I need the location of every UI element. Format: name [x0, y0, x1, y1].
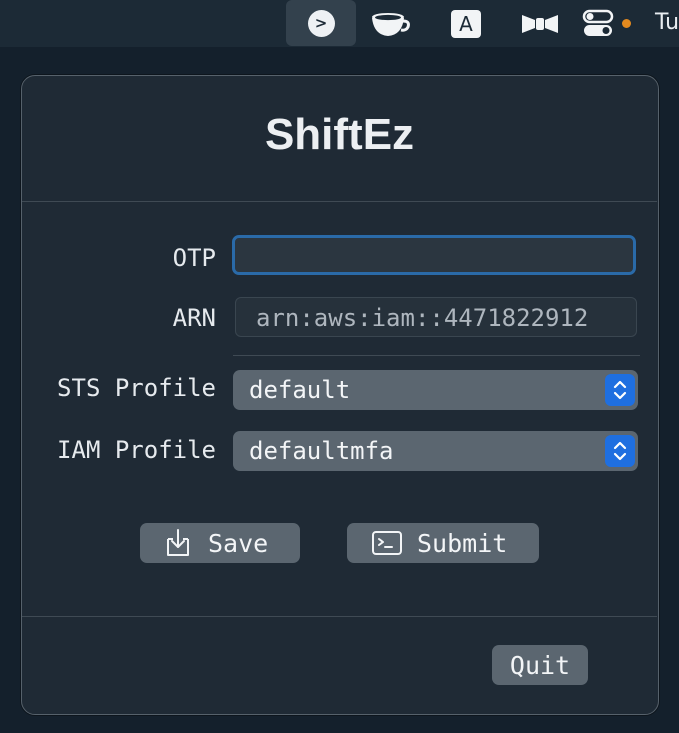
footer-divider [22, 616, 657, 617]
iam-profile-select[interactable]: defaultmfa [233, 431, 638, 471]
save-tray-icon [162, 527, 194, 559]
title-divider [22, 201, 657, 202]
arn-label: ARN [172, 304, 216, 332]
terminal-prompt-icon: > [307, 9, 335, 37]
control-center-toggles-icon [582, 9, 614, 36]
terminal-menu-extra[interactable]: > [286, 0, 356, 46]
control-center-menu-extra[interactable] [580, 0, 616, 47]
iam-profile-label: IAM Profile [57, 436, 216, 464]
otp-label: OTP [172, 244, 216, 272]
submit-button[interactable]: Submit [347, 523, 539, 563]
up-down-chevron-icon [605, 435, 635, 467]
sts-profile-label: STS Profile [57, 374, 216, 402]
status-dot [622, 19, 631, 28]
bowtie-menu-extra[interactable] [517, 0, 563, 47]
up-down-chevron-icon [605, 374, 635, 406]
save-button[interactable]: Save [140, 523, 300, 563]
sts-profile-value: default [249, 376, 351, 404]
iam-profile-value: defaultmfa [249, 437, 394, 465]
sts-profile-select[interactable]: default [233, 370, 638, 410]
terminal-window-icon [371, 530, 403, 556]
bowtie-icon [522, 14, 558, 33]
form-divider [233, 355, 640, 356]
submit-label: Submit [417, 528, 508, 558]
quit-button[interactable]: Quit [492, 645, 588, 685]
app-title: ShiftEz [264, 110, 415, 159]
save-label: Save [208, 528, 269, 558]
otp-input[interactable] [232, 235, 636, 275]
menu-bar-clock[interactable]: Tu [655, 10, 679, 35]
coffee-menu-extra[interactable] [366, 0, 414, 47]
keyboard-input-a-icon: A [451, 9, 481, 38]
input-source-menu-extra[interactable]: A [446, 0, 486, 47]
arn-field[interactable]: arn:aws:iam::4471822912 [235, 297, 637, 337]
menu-bar: > A Tu [0, 0, 679, 47]
coffee-cup-icon [372, 12, 410, 36]
